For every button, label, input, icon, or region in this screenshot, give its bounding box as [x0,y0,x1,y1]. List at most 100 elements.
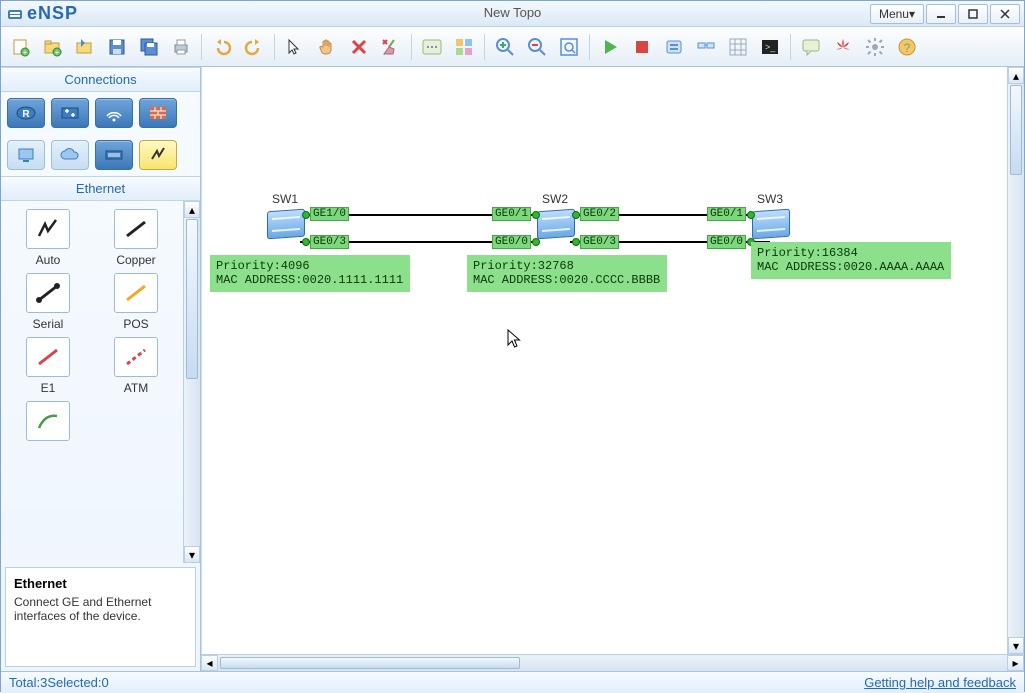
tool-serial[interactable]: Serial [9,273,87,331]
canvas-viewport[interactable]: SW1 SW2 SW3 GE1/0 GE0/3 GE0/1 GE0/0 [201,67,1024,654]
device-sw2[interactable] [537,209,575,240]
category-wlan[interactable] [95,98,133,128]
category-pc[interactable] [7,140,45,170]
capture-button[interactable] [660,33,688,61]
scroll-up-icon[interactable]: ▴ [184,201,200,218]
toolbar: + + >_ ? [1,27,1024,67]
scroll-right-icon[interactable]: ▸ [1007,655,1024,671]
help-feedback-link[interactable]: Getting help and feedback [864,675,1016,690]
status-bar: Total: 3 Selected: 0 Getting help and fe… [1,671,1024,693]
scroll-thumb[interactable] [186,219,198,379]
port-label: GE0/1 [492,207,531,221]
port-label: GE0/0 [492,235,531,249]
palette-title: Ethernet [1,176,200,201]
category-router[interactable]: R [7,98,45,128]
message-button[interactable] [797,33,825,61]
cursor-icon [507,329,523,349]
delete-button[interactable] [345,33,373,61]
svg-text:?: ? [904,41,911,55]
scroll-down-icon[interactable]: ▾ [184,546,200,563]
print-button[interactable] [167,33,195,61]
device-sw2-label: SW2 [542,192,568,206]
huawei-button[interactable] [829,33,857,61]
scroll-left-icon[interactable]: ◂ [201,655,218,671]
category-switch[interactable] [51,98,89,128]
port-dot [572,238,580,246]
app-logo: eNSP [1,3,84,24]
category-firewall[interactable] [139,98,177,128]
tool-e1[interactable]: E1 [9,337,87,395]
save-as-button[interactable] [135,33,163,61]
port-dot [302,211,310,219]
info-box-sw1: Priority:4096 MAC ADDRESS:0020.1111.1111 [210,255,410,292]
tool-pos[interactable]: POS [97,273,175,331]
device-category-row-2 [1,134,200,176]
svg-text:R: R [22,109,30,120]
device-sw3-label: SW3 [757,192,783,206]
status-total-value: 3 [40,675,47,690]
app-icon [7,6,23,22]
port-dot [747,211,755,219]
save-button[interactable] [103,33,131,61]
palette-tool[interactable] [450,33,478,61]
redo-button[interactable] [240,33,268,61]
zoom-fit-button[interactable] [555,33,583,61]
cli-button[interactable]: >_ [756,33,784,61]
interface-list-button[interactable] [692,33,720,61]
stop-device-button[interactable] [628,33,656,61]
device-sw3[interactable] [752,209,790,240]
close-button[interactable] [990,4,1020,24]
canvas-vscrollbar[interactable]: ▴ ▾ [1007,67,1024,654]
device-sw1[interactable] [267,209,305,240]
open-button[interactable] [71,33,99,61]
canvas-hscrollbar[interactable]: ◂ ▸ [201,654,1024,671]
category-device[interactable] [95,140,133,170]
tool-auto[interactable]: Auto [9,209,87,267]
port-label: GE0/3 [580,235,619,249]
app-name: eNSP [27,3,78,24]
settings-button[interactable] [861,33,889,61]
maximize-button[interactable] [958,4,988,24]
minimize-button[interactable] [926,4,956,24]
tool-copper[interactable]: Copper [97,209,175,267]
show-grid-button[interactable] [724,33,752,61]
pan-tool[interactable] [313,33,341,61]
port-label: GE0/2 [580,207,619,221]
tool-atm[interactable]: ATM [97,337,175,395]
new-project-button[interactable]: + [39,33,67,61]
status-selected-label: Selected: [47,675,101,690]
info-box-sw3: Priority:16384 MAC ADDRESS:0020.AAAA.AAA… [751,242,951,279]
broom-button[interactable] [377,33,405,61]
new-topo-button[interactable]: + [7,33,35,61]
scroll-up-icon[interactable]: ▴ [1008,67,1024,84]
palette: Auto Copper Serial POS E1 ATM [1,201,183,563]
topology-canvas[interactable]: SW1 SW2 SW3 GE1/0 GE0/3 GE0/1 GE0/0 [202,67,1024,654]
port-dot [302,238,310,246]
category-cloud[interactable] [51,140,89,170]
zoom-out-button[interactable] [523,33,551,61]
undo-button[interactable] [208,33,236,61]
port-dot [572,211,580,219]
start-device-button[interactable] [596,33,624,61]
palette-scrollbar[interactable]: ▴ ▾ [183,201,200,563]
help-button[interactable]: ? [893,33,921,61]
port-label: GE0/0 [707,235,746,249]
scroll-down-icon[interactable]: ▾ [1008,637,1024,654]
tool-ethernet-curve[interactable] [9,401,87,445]
menu-button[interactable]: Menu▾ [870,4,924,24]
connections-panel-title: Connections [1,67,200,92]
text-tool[interactable] [418,33,446,61]
svg-text:+: + [55,48,60,57]
canvas-area: SW1 SW2 SW3 GE1/0 GE0/3 GE0/1 GE0/0 [201,67,1024,671]
scroll-thumb[interactable] [220,657,520,669]
port-dot [532,211,540,219]
zoom-in-button[interactable] [491,33,519,61]
description-title: Ethernet [14,576,187,591]
category-connection[interactable] [139,140,177,170]
select-tool[interactable] [281,33,309,61]
description-body: Connect GE and Ethernet interfaces of th… [14,595,187,623]
svg-text:>_: >_ [765,42,776,52]
svg-text:+: + [23,48,28,57]
status-total-label: Total: [9,675,40,690]
scroll-thumb[interactable] [1010,85,1022,175]
